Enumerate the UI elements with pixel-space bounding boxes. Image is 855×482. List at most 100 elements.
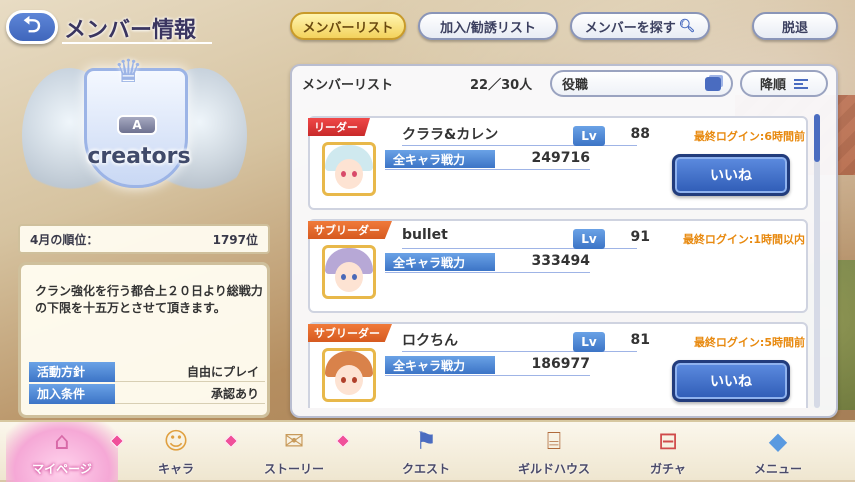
filter-icon bbox=[705, 76, 721, 91]
last-login: 最終ログイン:5時間前 bbox=[693, 336, 805, 349]
nav-label: キャラ bbox=[157, 462, 194, 476]
role-tag: サブリーダー bbox=[308, 221, 392, 239]
member-avatar[interactable] bbox=[322, 348, 376, 402]
avatar-eye bbox=[341, 171, 346, 177]
avatar-eye bbox=[352, 377, 357, 383]
member-level: 91 bbox=[630, 229, 650, 245]
nav-label: マイページ bbox=[32, 462, 92, 476]
avatar-eye bbox=[352, 171, 357, 177]
activity-policy-row: 活動方針 自由にプレイ bbox=[29, 361, 265, 382]
avatar-face bbox=[335, 365, 363, 395]
avatar-face bbox=[335, 262, 363, 292]
member-power: 333494 bbox=[531, 253, 590, 269]
member-level: 88 bbox=[630, 126, 650, 142]
nav-story[interactable]: ✉ ストーリー bbox=[238, 422, 351, 482]
divider bbox=[385, 375, 590, 376]
tab-member-list[interactable]: メンバーリスト bbox=[290, 12, 406, 40]
back-button[interactable]: ⮌ bbox=[6, 10, 58, 44]
role-filter-dropdown[interactable]: 役職 bbox=[550, 70, 733, 97]
member-card[interactable]: サブリーダー ロクちん Lv 81 全キャラ戦力 186977 最終ログイン:5… bbox=[308, 322, 808, 408]
member-avatar[interactable] bbox=[322, 142, 376, 196]
title-underline bbox=[62, 42, 212, 44]
leave-clan-button[interactable]: 脱退 bbox=[752, 12, 838, 40]
sort-order-label: 降順 bbox=[759, 78, 786, 93]
member-card[interactable]: サブリーダー bullet Lv 91 全キャラ戦力 333494 最終ログイン… bbox=[308, 219, 808, 313]
notification-badge bbox=[223, 433, 239, 449]
member-list-title: メンバーリスト bbox=[302, 78, 394, 93]
member-level: 81 bbox=[630, 332, 650, 348]
clan-rank-badge: A bbox=[117, 115, 157, 135]
clan-name: creators bbox=[87, 144, 191, 169]
member-count: 22／30人 bbox=[470, 78, 533, 93]
nav-guildhouse[interactable]: ⌸ ギルドハウス bbox=[498, 422, 610, 482]
member-list[interactable]: リーダー クララ&カレン Lv 88 全キャラ戦力 249716 最終ログイン:… bbox=[308, 116, 808, 408]
notification-badge bbox=[335, 433, 351, 449]
page-title: メンバー情報 bbox=[64, 18, 197, 43]
nav-gacha[interactable]: ⊟ ガチャ bbox=[612, 422, 724, 482]
like-button[interactable]: いいね bbox=[672, 360, 790, 402]
member-card[interactable]: リーダー クララ&カレン Lv 88 全キャラ戦力 249716 最終ログイン:… bbox=[308, 116, 808, 210]
join-condition-label: 加入条件 bbox=[29, 383, 115, 404]
member-name: ロクちん bbox=[402, 333, 458, 349]
back-arrow-icon: ⮌ bbox=[23, 13, 41, 38]
member-power: 249716 bbox=[531, 150, 590, 166]
member-avatar[interactable] bbox=[322, 245, 376, 299]
divider bbox=[385, 272, 590, 273]
role-tag: リーダー bbox=[308, 118, 370, 136]
nav-character[interactable]: ☺ キャラ bbox=[120, 422, 239, 482]
bottom-navigation: ⌂ マイページ ☺ キャラ ✉ ストーリー ⚑ クエスト ⌸ ギルドハウス ⊟ … bbox=[0, 420, 855, 482]
nav-menu[interactable]: ◆ メニュー bbox=[722, 422, 834, 482]
level-badge: Lv bbox=[573, 126, 605, 146]
tab-find-member-label: メンバーを探す bbox=[584, 20, 676, 36]
level-badge: Lv bbox=[573, 229, 605, 249]
last-login: 最終ログイン:1時間以内 bbox=[682, 233, 805, 246]
member-list-panel: メンバーリスト 22／30人 役職 降順 リーダー クララ&カレン Lv 88 … bbox=[290, 64, 838, 418]
monthly-rank-label: 4月の順位： bbox=[30, 232, 99, 247]
activity-policy-label: 活動方針 bbox=[29, 361, 115, 382]
member-name: bullet bbox=[402, 227, 448, 243]
role-filter-label: 役職 bbox=[562, 78, 589, 93]
nav-label: ガチャ bbox=[650, 462, 686, 476]
member-power: 186977 bbox=[531, 356, 590, 372]
crown-icon: ♛ bbox=[114, 52, 143, 90]
gacha-icon: ⊟ bbox=[657, 427, 679, 455]
avatar-eye bbox=[341, 377, 346, 383]
member-name: クララ&カレン bbox=[402, 127, 499, 143]
join-condition-row: 加入条件 承認あり bbox=[29, 383, 265, 404]
sort-order-button[interactable]: 降順 bbox=[740, 70, 828, 97]
tab-find-member[interactable]: メンバーを探す 🔍︎ bbox=[570, 12, 710, 40]
door-icon: ⌸ bbox=[546, 427, 562, 455]
sort-icon bbox=[794, 78, 808, 89]
clan-info-panel: クラン強化を行う都合上２０日より総戦力の下限を十五万とさせて頂きます。 活動方針… bbox=[18, 262, 270, 418]
activity-policy-value: 自由にプレイ bbox=[186, 365, 259, 379]
flag-sword-icon: ⚑ bbox=[415, 427, 437, 455]
clan-description: クラン強化を行う都合上２０日より総戦力の下限を十五万とさせて頂きます。 bbox=[35, 284, 263, 315]
avatar-face bbox=[335, 159, 363, 189]
last-login: 最終ログイン:6時間前 bbox=[693, 130, 805, 143]
divider bbox=[385, 169, 590, 170]
nav-label: クエスト bbox=[401, 462, 450, 476]
power-label: 全キャラ戦力 bbox=[385, 356, 495, 374]
scroll-icon: ✉ bbox=[283, 427, 305, 455]
nav-label: ギルドハウス bbox=[517, 462, 590, 476]
like-button[interactable]: いいね bbox=[672, 154, 790, 196]
crystal-icon: ◆ bbox=[768, 427, 788, 455]
search-icon: 🔍︎ bbox=[678, 18, 696, 34]
level-badge: Lv bbox=[573, 332, 605, 352]
monthly-rank-value: 1797位 bbox=[212, 232, 258, 247]
tab-join-invite-list[interactable]: 加入/勧誘リスト bbox=[418, 12, 558, 40]
clan-emblem: ♛ A creators bbox=[22, 48, 247, 218]
power-label: 全キャラ戦力 bbox=[385, 253, 495, 271]
nav-label: ストーリー bbox=[263, 462, 324, 476]
nav-quest[interactable]: ⚑ クエスト bbox=[370, 422, 482, 482]
join-condition-value: 承認あり bbox=[210, 387, 259, 401]
scroll-thumb[interactable] bbox=[814, 114, 820, 162]
avatar-eye bbox=[341, 274, 346, 280]
power-label: 全キャラ戦力 bbox=[385, 150, 495, 168]
monthly-rank: 4月の順位： 1797位 bbox=[18, 224, 270, 254]
nav-label: メニュー bbox=[753, 462, 802, 476]
avatar-eye bbox=[352, 274, 357, 280]
nav-mypage[interactable]: ⌂ マイページ bbox=[6, 422, 125, 482]
member-list-scrollbar[interactable] bbox=[814, 114, 820, 408]
home-icon: ⌂ bbox=[54, 427, 70, 455]
